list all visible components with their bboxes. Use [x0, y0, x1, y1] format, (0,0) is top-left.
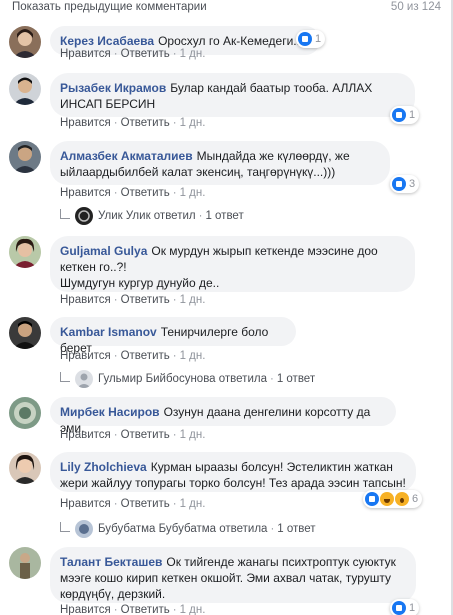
avatar[interactable]: [9, 26, 41, 58]
comments-count: 50 из 124: [390, 1, 441, 13]
comment-author[interactable]: Рызабек Икрамов: [60, 81, 166, 95]
replier-name: Улик Улик ответил: [98, 210, 196, 222]
comment-bubble: Рызабек Икрамов Булар кандай баатыр тооба…: [50, 73, 415, 117]
reaction-summary[interactable]: 1: [296, 30, 326, 48]
comment-time[interactable]: 1 дн.: [180, 117, 206, 129]
like-reaction-icon: [298, 32, 312, 46]
avatar[interactable]: [9, 397, 41, 429]
haha-reaction-icon: [380, 492, 394, 506]
replies-link[interactable]: Гульмир Бийбосунова ответила · 1 ответ: [60, 370, 316, 388]
comment-actions: Нравится · Ответить · 1 дн.: [60, 117, 206, 129]
comment-time[interactable]: 1 дн.: [180, 350, 206, 362]
replier-name: Гульмир Бийбосунова ответила: [98, 373, 267, 385]
comment-time[interactable]: 1 дн.: [180, 429, 206, 441]
avatar[interactable]: [9, 547, 41, 579]
comment-actions: Нравится · Ответить · 1 дн.: [60, 48, 206, 60]
wow-reaction-icon: [395, 492, 409, 506]
comment-author[interactable]: Алмазбек Акматалиев: [60, 149, 193, 163]
avatar[interactable]: [9, 317, 41, 349]
reaction-summary[interactable]: 1: [390, 106, 420, 124]
comment-author[interactable]: Мирбек Насиров: [60, 405, 160, 419]
reply-arrow-icon: [60, 209, 70, 219]
comment-author[interactable]: Kambar Ismanov: [60, 325, 157, 339]
comment-time[interactable]: 1 дн.: [180, 498, 206, 510]
like-link[interactable]: Нравится: [60, 498, 111, 510]
like-reaction-icon: [392, 108, 406, 122]
like-reaction-icon: [365, 492, 379, 506]
like-link[interactable]: Нравится: [60, 429, 111, 441]
avatar[interactable]: [9, 236, 41, 268]
comment-bubble: Мирбек Насиров Озунун даана денгелини кор…: [50, 397, 396, 435]
reaction-summary[interactable]: 1: [390, 599, 420, 615]
reply-count: 1 ответ: [276, 373, 316, 385]
comment-time[interactable]: 1 дн.: [180, 187, 206, 199]
reply-count: 1 ответ: [205, 210, 244, 222]
reply-link[interactable]: Ответить: [121, 604, 170, 615]
show-previous-comments-link[interactable]: Показать предыдущие комментарии: [12, 1, 207, 13]
reply-link[interactable]: Ответить: [121, 350, 170, 362]
replies-link[interactable]: Улик Улик ответил · 1 ответ: [60, 207, 244, 225]
like-link[interactable]: Нравится: [60, 350, 111, 362]
like-link[interactable]: Нравится: [60, 187, 111, 199]
comment-bubble: Алмазбек Акматалиев Мындайда же күлөөрдү,…: [50, 141, 390, 185]
reply-arrow-icon: [60, 372, 70, 382]
reply-link[interactable]: Ответить: [121, 48, 170, 60]
replies-link[interactable]: Бубубатма Бубубатма ответила · 1 ответ: [60, 520, 316, 538]
comment-bubble: Kambar Ismanov Тенирчилерге боло берет: [50, 317, 296, 355]
comment-bubble: Талант Бекташев Ок тийгенде жанагы психтр…: [50, 547, 416, 603]
comment-author[interactable]: Guljamal Gulya: [60, 244, 147, 258]
comment-time[interactable]: 1 дн.: [180, 294, 206, 306]
avatar[interactable]: [9, 452, 41, 484]
comment-actions: Нравится · Ответить · 1 дн.: [60, 429, 206, 441]
comments-header: Показать предыдущие комментарии 50 из 12…: [0, 0, 453, 16]
comment-time[interactable]: 1 дн.: [180, 48, 206, 60]
comment-bubble: Guljamal Gulya Ок мурдун жырып кеткенде м…: [50, 236, 415, 292]
comment-author[interactable]: Керез Исабаева: [60, 34, 154, 48]
comment-actions: Нравится · Ответить · 1 дн.: [60, 498, 206, 510]
like-link[interactable]: Нравится: [60, 117, 111, 129]
comment-bubble: Lily Zholchieva Курман ыраазы болсун! Эст…: [50, 452, 416, 492]
comment-actions: Нравится · Ответить · 1 дн.: [60, 294, 206, 306]
reply-link[interactable]: Ответить: [121, 429, 170, 441]
comment-actions: Нравится · Ответить · 1 дн.: [60, 604, 206, 615]
comment-actions: Нравится · Ответить · 1 дн.: [60, 187, 206, 199]
replier-name: Бубубатма Бубубатма ответила: [98, 523, 268, 535]
like-reaction-icon: [392, 177, 406, 191]
replier-avatar: [75, 520, 93, 538]
like-link[interactable]: Нравится: [60, 604, 111, 615]
comment-text: Оросхул го Ак-Кемедеги.....: [158, 34, 310, 48]
reply-link[interactable]: Ответить: [121, 117, 170, 129]
reaction-summary[interactable]: 6: [363, 490, 423, 508]
replier-avatar: [75, 207, 93, 225]
comment-actions: Нравится · Ответить · 1 дн.: [60, 350, 206, 362]
replier-avatar: [75, 370, 93, 388]
reply-link[interactable]: Ответить: [121, 187, 170, 199]
reply-link[interactable]: Ответить: [121, 294, 170, 306]
like-reaction-icon: [392, 601, 406, 615]
reply-arrow-icon: [60, 522, 70, 532]
comment-text-line2: Шумдугун кургур дунуйо де..: [60, 276, 220, 290]
reply-count: 1 ответ: [277, 523, 316, 535]
comment-time[interactable]: 1 дн.: [180, 604, 206, 615]
like-link[interactable]: Нравится: [60, 48, 111, 60]
reaction-summary[interactable]: 3: [390, 175, 420, 193]
comment-author[interactable]: Lily Zholchieva: [60, 460, 147, 474]
like-link[interactable]: Нравится: [60, 294, 111, 306]
avatar[interactable]: [9, 73, 41, 105]
avatar[interactable]: [9, 141, 41, 173]
comment-author[interactable]: Талант Бекташев: [60, 555, 162, 569]
reply-link[interactable]: Ответить: [121, 498, 170, 510]
